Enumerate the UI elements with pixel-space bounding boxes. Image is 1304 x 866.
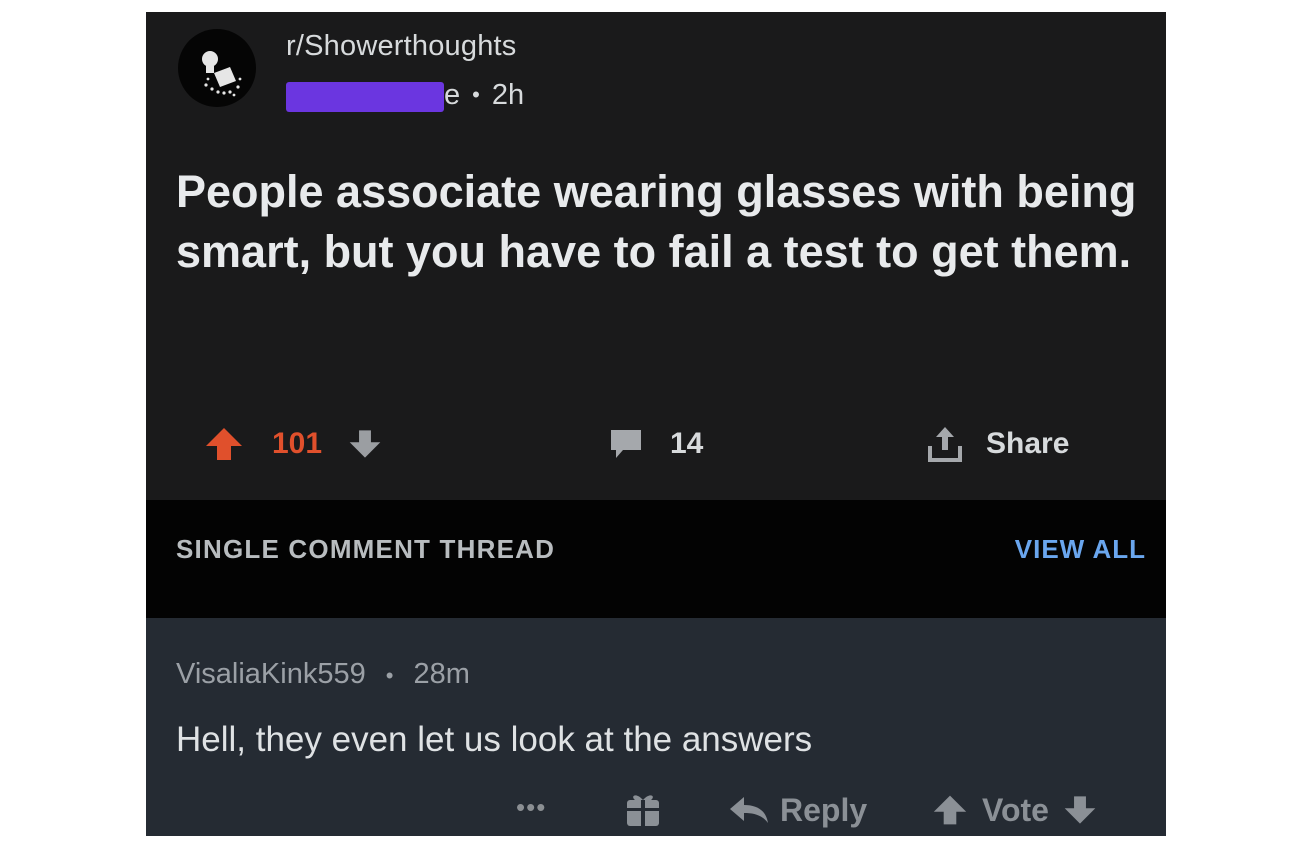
vote-group: 101 [204, 422, 382, 466]
upvote-icon[interactable] [932, 793, 968, 827]
share-icon [928, 427, 962, 462]
thread-label: SINGLE COMMENT THREAD [176, 534, 556, 564]
comment-card: VisaliaKink559 • 28m Hell, they even let… [146, 618, 1166, 836]
comment-vote-group: Vote [932, 788, 1097, 832]
post-title: People associate wearing glasses with be… [176, 166, 1137, 277]
post-card: r/Showerthoughts e • 2h People associate… [146, 12, 1166, 500]
post-meta: e • 2h [444, 78, 524, 112]
meta-separator: • [472, 82, 480, 107]
subreddit-shower-icon [202, 51, 242, 97]
subreddit-name[interactable]: r/Showerthoughts [286, 30, 517, 63]
downvote-icon[interactable] [348, 428, 382, 460]
comment-actions: ••• Reply Vote [506, 788, 1146, 832]
comment-bubble-icon [611, 430, 641, 458]
gift-icon[interactable] [624, 790, 662, 828]
post-actions: 101 14 Share [146, 422, 1166, 466]
reply-button[interactable]: Reply [728, 788, 867, 832]
more-options-button[interactable]: ••• [516, 792, 546, 823]
subreddit-avatar[interactable] [178, 29, 256, 107]
post-score: 101 [272, 427, 323, 460]
comment-age: 28m [413, 658, 470, 690]
author-redaction [286, 82, 444, 112]
meta-separator: • [385, 663, 394, 688]
comment-author[interactable]: VisaliaKink559 [176, 658, 366, 690]
comment-body: Hell, they even let us look at the answe… [176, 720, 813, 759]
author-name-tail[interactable]: e [444, 79, 460, 112]
reply-arrow-icon [730, 797, 768, 823]
comment-count: 14 [670, 427, 704, 460]
vote-label: Vote [982, 791, 1049, 828]
share-label: Share [986, 427, 1070, 460]
reply-label: Reply [780, 791, 868, 828]
share-button[interactable]: Share [926, 422, 1069, 466]
thread-bar: SINGLE COMMENT THREAD VIEW ALL [146, 500, 1166, 618]
downvote-icon[interactable] [1063, 794, 1097, 826]
post-age: 2h [491, 78, 525, 111]
upvote-icon[interactable] [204, 426, 244, 462]
view-all-link[interactable]: VIEW ALL [1015, 534, 1146, 565]
comment-meta: VisaliaKink559 • 28m [176, 658, 470, 691]
comments-button[interactable]: 14 [608, 422, 703, 466]
reddit-screenshot: r/Showerthoughts e • 2h People associate… [146, 12, 1166, 836]
